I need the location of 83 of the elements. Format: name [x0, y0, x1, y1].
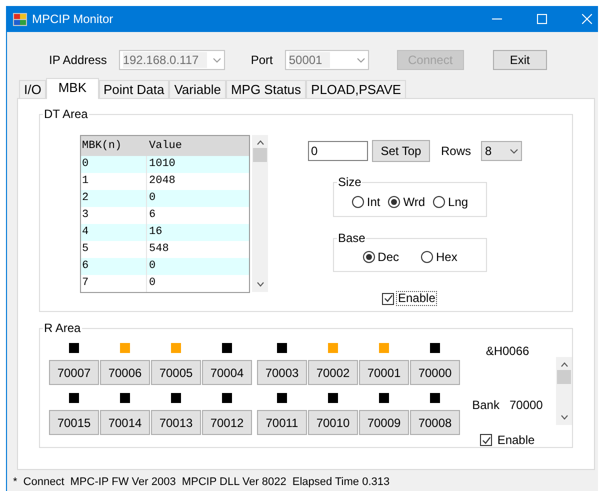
radio-button[interactable]	[421, 251, 433, 263]
bit-button[interactable]: 70003	[257, 360, 307, 385]
scrollbar[interactable]	[252, 135, 268, 292]
table-cell: 7	[81, 275, 147, 292]
port-dropdown[interactable]: 50001	[284, 50, 369, 70]
bit-button[interactable]: 70014	[100, 410, 150, 435]
exit-button[interactable]: Exit	[492, 50, 547, 70]
bank-label: Bank	[472, 397, 500, 414]
tab[interactable]: Point Data	[98, 80, 170, 98]
bit-button[interactable]: 70007	[49, 360, 99, 385]
group-title: Size	[337, 175, 362, 189]
ip-label: IP Address	[49, 52, 107, 69]
tab[interactable]: I/O	[19, 80, 46, 98]
rows-value: 8	[485, 143, 492, 160]
ip-address-dropdown[interactable]: 192.168.0.117	[118, 50, 225, 70]
port-label: Port	[250, 52, 273, 69]
status-text: *	[13, 475, 18, 490]
input-field[interactable]: 0	[308, 141, 368, 161]
tab[interactable]: MBK	[46, 78, 99, 99]
group-title: R Area	[43, 321, 82, 335]
status-text: Elapsed Time 0.313	[292, 475, 390, 490]
scroll-down-icon[interactable]	[256, 282, 264, 287]
bit-button[interactable]: 70013	[151, 410, 201, 435]
status-text: MPC-IP FW Ver 2003	[70, 475, 176, 490]
bit-button[interactable]: 70015	[49, 410, 99, 435]
status-text: Connect	[23, 475, 64, 490]
status-text: MPCIP DLL Ver 8022	[182, 475, 286, 490]
radio-label: Hex	[436, 249, 458, 266]
bit-button[interactable]: 70008	[410, 410, 460, 435]
hex-value: &H0066	[486, 343, 530, 360]
rows-dropdown[interactable]: 8	[481, 141, 522, 161]
maximize-icon[interactable]	[537, 14, 547, 24]
checkbox[interactable]	[382, 292, 394, 304]
scroll-down-icon[interactable]	[560, 415, 568, 420]
rows-label: Rows	[441, 143, 472, 160]
app-icon	[13, 12, 27, 26]
table-cell-text: 548	[148, 242, 169, 257]
table-cell-text: 2048	[148, 174, 176, 189]
column-header: MBK(n)	[81, 138, 123, 154]
table-cell-text: 6	[148, 208, 156, 223]
checkbox-label: Enable	[396, 291, 438, 306]
set-top-button[interactable]: Set Top	[372, 140, 430, 162]
bit-button[interactable]: 70012	[202, 410, 252, 435]
bit-button[interactable]: 70009	[359, 410, 409, 435]
scroll-thumb[interactable]	[557, 370, 571, 384]
combo-value: 192.168.0.117	[122, 52, 207, 68]
bit-button[interactable]: 70002	[308, 360, 358, 385]
radio-button[interactable]	[388, 196, 400, 208]
table-cell-text: 0	[148, 191, 156, 206]
tab[interactable]: PLOAD,PSAVE	[306, 80, 406, 98]
bit-button[interactable]: 70001	[359, 360, 409, 385]
bit-button[interactable]: 70004	[202, 360, 252, 385]
radio-label: Dec	[378, 249, 399, 266]
radio-button[interactable]	[352, 196, 364, 208]
checkbox[interactable]	[480, 434, 492, 446]
scrollbar[interactable]	[556, 357, 572, 425]
table-cell-text: 0	[148, 276, 156, 291]
bank-value: 70000	[509, 397, 543, 414]
radio-label: Lng	[448, 194, 468, 210]
group-title: Base	[337, 231, 366, 245]
scroll-up-icon[interactable]	[560, 362, 568, 367]
tab[interactable]: MPG Status	[226, 80, 306, 98]
scroll-thumb[interactable]	[253, 148, 267, 162]
scroll-up-icon[interactable]	[256, 140, 264, 145]
tab[interactable]: Variable	[169, 80, 226, 98]
radio-button[interactable]	[433, 196, 446, 208]
radio-label: Wrd	[403, 194, 426, 210]
close-icon[interactable]	[582, 14, 592, 24]
group-title: DT Area	[43, 107, 89, 121]
table-cell-text: 1010	[148, 157, 176, 172]
bit-button[interactable]: 70011	[257, 410, 307, 435]
bit-button[interactable]: 70000	[410, 360, 460, 385]
table-cell-text: 0	[148, 259, 156, 274]
bit-button[interactable]: 70005	[151, 360, 201, 385]
bit-button[interactable]: 70006	[100, 360, 150, 385]
bit-button[interactable]: 70010	[308, 410, 358, 435]
radio-label: Int	[366, 194, 380, 210]
combo-value: 50001	[288, 52, 330, 68]
radio-button[interactable]	[362, 251, 375, 263]
column-header: Value	[148, 138, 182, 154]
checkbox-label: Enable	[497, 432, 535, 449]
window-title: MPCIP Monitor	[32, 11, 114, 28]
table-cell-text: 16	[148, 225, 162, 240]
